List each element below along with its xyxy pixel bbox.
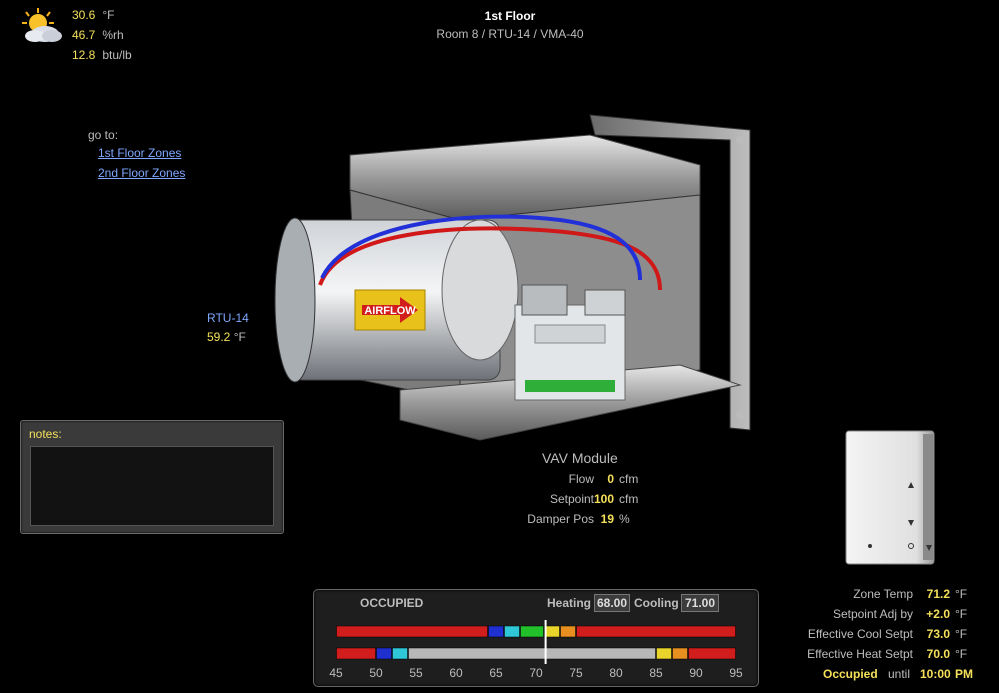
- page-subtitle: Room 8 / RTU-14 / VMA-40: [436, 27, 584, 41]
- scale-tick-label: 85: [649, 666, 663, 680]
- setpoint-adj-label: Setpoint Adj by: [832, 607, 913, 621]
- outdoor-humidity-value: 46.7: [72, 28, 96, 42]
- unoccupied-band: [408, 647, 656, 660]
- occupied-band: [560, 625, 576, 638]
- setpoint-band-chart[interactable]: 45 50 55 60 65 70 75 80 85 90 95: [314, 616, 758, 686]
- notes-label: notes:: [29, 427, 62, 441]
- occupied-row: Occupied until 10:00 PM: [780, 664, 999, 684]
- page-header: 1st Floor Room 8 / RTU-14 / VMA-40: [420, 8, 600, 44]
- zone-temp-value: 71.2: [926, 587, 950, 601]
- unoccupied-band: [656, 647, 672, 660]
- thermostat-image[interactable]: [845, 430, 935, 565]
- zone-temp-unit: °F: [955, 587, 968, 601]
- occupied-band: [520, 625, 544, 638]
- vav-box-image: AIRFLOW: [274, 114, 751, 441]
- rtu-temp-value: 59.2: [207, 330, 231, 344]
- occupancy-mode: OCCUPIED: [360, 596, 424, 610]
- outdoor-enthalpy-row: 12.8 btu/lb: [72, 46, 192, 64]
- scale-tick-label: 45: [329, 666, 343, 680]
- scale-tick-label: 80: [609, 666, 623, 680]
- vav-damper-label: Damper Pos: [527, 512, 594, 526]
- weather-panel: 30.6 °F 46.7 %rh 12.8 btu/lb: [20, 6, 170, 66]
- occupied-band-row: [336, 625, 736, 638]
- notes-textbox[interactable]: [30, 446, 274, 526]
- goto-label: go to:: [88, 128, 119, 142]
- outdoor-temp-value: 30.6: [72, 8, 96, 22]
- unoccupied-band: [392, 647, 408, 660]
- outdoor-temp-row: 30.6 °F: [72, 6, 192, 24]
- eff-heat-row: Effective Heat Setpt 70.0 °F: [780, 644, 999, 664]
- outdoor-enthalpy-value: 12.8: [72, 48, 96, 62]
- unoccupied-band: [672, 647, 688, 660]
- vav-damper-value: 19: [600, 512, 614, 526]
- occupied-band: [336, 625, 488, 638]
- setpoint-schedule-panel: OCCUPIED Heating 68.00 Cooling 71.00 45 5…: [313, 589, 759, 687]
- heating-setpoint-field[interactable]: 68.00: [594, 594, 630, 612]
- eff-heat-label: Effective Heat Setpt: [807, 647, 913, 661]
- vav-setpoint-row: Setpoint 100 cfm: [480, 489, 680, 509]
- occupied-until-time: 10:00: [920, 667, 951, 681]
- eff-heat-unit: °F: [955, 647, 968, 661]
- occupied-band: [488, 625, 504, 638]
- vav-flow-label: Flow: [568, 472, 594, 486]
- occupied-band: [504, 625, 520, 638]
- vav-setpoint-value: 100: [593, 492, 614, 506]
- notes-panel: notes:: [20, 420, 284, 534]
- vav-module-title: VAV Module: [542, 450, 618, 466]
- scale-tick-label: 65: [489, 666, 503, 680]
- outdoor-humidity-row: 46.7 %rh: [72, 26, 192, 44]
- scale-tick-label: 70: [529, 666, 543, 680]
- unoccupied-band: [336, 647, 376, 660]
- cooling-setpoint-field[interactable]: 71.00: [681, 594, 719, 612]
- vav-damper-unit: %: [619, 512, 630, 526]
- setpoint-adj-value: +2.0: [926, 607, 950, 621]
- vav-setpoint-unit: cfm: [619, 492, 639, 506]
- link-2nd-floor-zones[interactable]: 2nd Floor Zones: [98, 163, 185, 183]
- temperature-scale: 45 50 55 60 65 70 75 80 85 90 95: [329, 666, 743, 680]
- partly-cloudy-icon: [22, 8, 62, 42]
- goto-nav: go to: 1st Floor Zones 2nd Floor Zones: [88, 127, 185, 183]
- outdoor-humidity-unit: %rh: [102, 28, 124, 42]
- occupied-band: [576, 625, 736, 638]
- occupied-band: [544, 625, 560, 638]
- scale-tick-label: 75: [569, 666, 583, 680]
- heating-label: Heating: [547, 596, 592, 610]
- occupied-status: Occupied: [823, 667, 878, 681]
- zone-temp-row: Zone Temp 71.2 °F: [780, 584, 999, 604]
- vav-flow-value: 0: [607, 472, 614, 486]
- scale-tick-label: 90: [689, 666, 703, 680]
- link-1st-floor-zones[interactable]: 1st Floor Zones: [98, 143, 185, 163]
- zone-temp-label: Zone Temp: [853, 587, 913, 601]
- vav-flow-unit: cfm: [619, 472, 639, 486]
- eff-cool-unit: °F: [955, 627, 968, 641]
- unoccupied-band: [376, 647, 392, 660]
- setpoint-adj-row: Setpoint Adj by +2.0 °F: [780, 604, 999, 624]
- eff-cool-label: Effective Cool Setpt: [807, 627, 913, 641]
- occupied-until-ampm: PM: [955, 667, 973, 681]
- vav-damper-row: Damper Pos 19 %: [480, 509, 680, 529]
- occupied-until-label: until: [888, 667, 911, 681]
- eff-cool-value: 73.0: [926, 627, 950, 641]
- vav-flow-row: Flow 0 cfm: [480, 469, 680, 489]
- eff-cool-row: Effective Cool Setpt 73.0 °F: [780, 624, 999, 644]
- unoccupied-band-row: [336, 647, 736, 660]
- scale-tick-label: 50: [369, 666, 383, 680]
- eff-heat-value: 70.0: [926, 647, 950, 661]
- page-title: 1st Floor: [484, 9, 536, 23]
- cooling-label: Cooling: [634, 596, 679, 610]
- vav-setpoint-label: Setpoint: [549, 492, 594, 506]
- setpoint-adj-unit: °F: [955, 607, 968, 621]
- outdoor-temp-unit: °F: [102, 8, 115, 22]
- scale-tick-label: 95: [729, 666, 743, 680]
- scale-tick-label: 55: [409, 666, 423, 680]
- airflow-label: AIRFLOW: [364, 305, 416, 317]
- unoccupied-band: [688, 647, 736, 660]
- rtu-temp-unit: °F: [233, 330, 246, 344]
- scale-tick-label: 60: [449, 666, 463, 680]
- outdoor-enthalpy-unit: btu/lb: [102, 48, 132, 62]
- zone-panel: Zone Temp 71.2 °F Setpoint Adj by +2.0 °…: [780, 584, 999, 684]
